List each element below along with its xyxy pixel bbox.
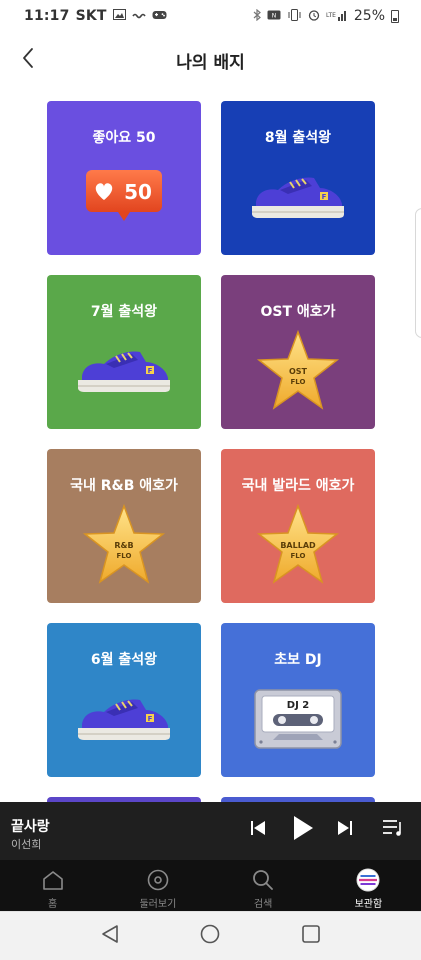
badge-card-august-attendance[interactable]: 8월 출석왕 F (221, 101, 375, 255)
play-icon (292, 815, 314, 845)
disc-icon (146, 868, 170, 892)
star-label-bottom: FLO (291, 378, 306, 386)
app-header: 나의 배지 (0, 36, 421, 84)
star-label-bottom: FLO (117, 552, 132, 560)
nav-item-home[interactable]: 홈 (0, 860, 105, 911)
system-recents-button[interactable] (291, 916, 331, 956)
nav-item-browse[interactable]: 둘러보기 (105, 860, 210, 911)
triangle-back-icon (101, 924, 119, 948)
sneaker-icon: F (47, 673, 201, 765)
nav-label: 홈 (48, 899, 58, 910)
badge-title: 7월 출석왕 (90, 304, 158, 320)
status-left: 11:17 SKT (24, 8, 167, 24)
battery-percent: 25% (353, 8, 385, 24)
nfc-icon: N (267, 9, 281, 23)
search-icon (251, 868, 275, 892)
badge-card-like-50[interactable]: 좋아요 50 50 (47, 101, 201, 255)
alarm-icon (308, 9, 320, 24)
svg-text:F: F (322, 193, 327, 201)
edge-scroll-handle[interactable] (415, 208, 421, 338)
nav-label: 보관함 (354, 899, 383, 910)
link-icon (132, 9, 146, 23)
svg-text:F: F (148, 715, 153, 723)
badge-card-beginner-dj[interactable]: 초보 DJ DJ 2 (221, 623, 375, 777)
star-label-bottom: FLO (291, 552, 306, 560)
previous-button[interactable] (243, 815, 273, 845)
cassette-label: DJ 2 (287, 700, 310, 711)
nav-item-search[interactable]: 검색 (211, 860, 316, 911)
status-right: N LTE 25% (253, 8, 399, 24)
track-artist: 이선희 (11, 838, 42, 851)
star-label-top: OST (289, 367, 308, 376)
bluetooth-icon (253, 8, 261, 24)
badge-title: 국내 R&B 애호가 (70, 478, 178, 494)
status-bar: 11:17 SKT N LTE 25% (0, 0, 421, 32)
badge-title: 8월 출석왕 (264, 130, 332, 146)
sneaker-icon: F (221, 151, 375, 243)
like-count: 50 (124, 180, 152, 204)
badge-card-ost-lover[interactable]: OST 애호가 OST FLO (221, 275, 375, 429)
image-icon (112, 9, 126, 23)
sneaker-icon: F (47, 325, 201, 417)
svg-text:F: F (148, 367, 153, 375)
nav-label: 검색 (253, 899, 273, 910)
star-label-top: R&B (114, 541, 133, 550)
badge-title: OST 애호가 (260, 304, 336, 320)
play-button[interactable] (287, 814, 319, 846)
badge-card-ballad-lover[interactable]: 국내 발라드 애호가 BALLAD FLO (221, 449, 375, 603)
nav-item-library[interactable]: 보관함 (316, 860, 421, 911)
playlist-icon (382, 819, 404, 841)
track-title: 끝사랑 (11, 819, 50, 835)
svg-text:N: N (272, 13, 277, 20)
mini-player[interactable]: 끝사랑 이선희 (0, 802, 421, 860)
skip-next-icon (337, 820, 353, 840)
square-recents-icon (301, 924, 321, 948)
screen: 11:17 SKT N LTE 25% 나의 배지 좋아요 50 50 8월 출… (0, 0, 421, 960)
playlist-button[interactable] (378, 815, 408, 845)
svg-text:LTE: LTE (326, 12, 336, 19)
star-icon: BALLAD FLO (221, 499, 375, 591)
badge-title: 국내 발라드 애호가 (241, 478, 355, 494)
star-icon: R&B FLO (47, 499, 201, 591)
system-back-button[interactable] (90, 916, 130, 956)
badge-grid: 좋아요 50 50 8월 출석왕 F 7월 출석왕 F OST 애호가 OST … (0, 84, 421, 802)
page-title: 나의 배지 (176, 53, 245, 73)
signal-icon: LTE (326, 9, 348, 24)
badge-title: 초보 DJ (274, 652, 322, 668)
system-home-button[interactable] (190, 916, 230, 956)
next-button[interactable] (330, 815, 360, 845)
circle-home-icon (200, 924, 220, 948)
gamepad-icon (152, 9, 167, 23)
home-icon (41, 868, 65, 892)
badge-title: 6월 출석왕 (90, 652, 158, 668)
skip-previous-icon (250, 820, 266, 840)
badge-card-june-attendance[interactable]: 6월 출석왕 F (47, 623, 201, 777)
system-nav-bar (0, 911, 421, 960)
badge-card-rnb-lover[interactable]: 국내 R&B 애호가 R&B FLO (47, 449, 201, 603)
like-bubble-icon: 50 (47, 151, 201, 243)
status-carrier: SKT (75, 8, 107, 24)
status-time: 11:17 (24, 8, 70, 24)
nav-label: 둘러보기 (139, 899, 177, 910)
library-avatar-icon (356, 868, 380, 892)
bottom-nav: 홈 둘러보기 검색 보관함 (0, 860, 421, 911)
badge-title: 좋아요 50 (92, 130, 156, 146)
badge-card-july-attendance[interactable]: 7월 출석왕 F (47, 275, 201, 429)
battery-icon (391, 9, 399, 23)
star-icon: OST FLO (221, 325, 375, 417)
cassette-icon: DJ 2 (221, 673, 375, 765)
star-label-top: BALLAD (280, 541, 316, 550)
vibrate-icon (287, 8, 302, 24)
